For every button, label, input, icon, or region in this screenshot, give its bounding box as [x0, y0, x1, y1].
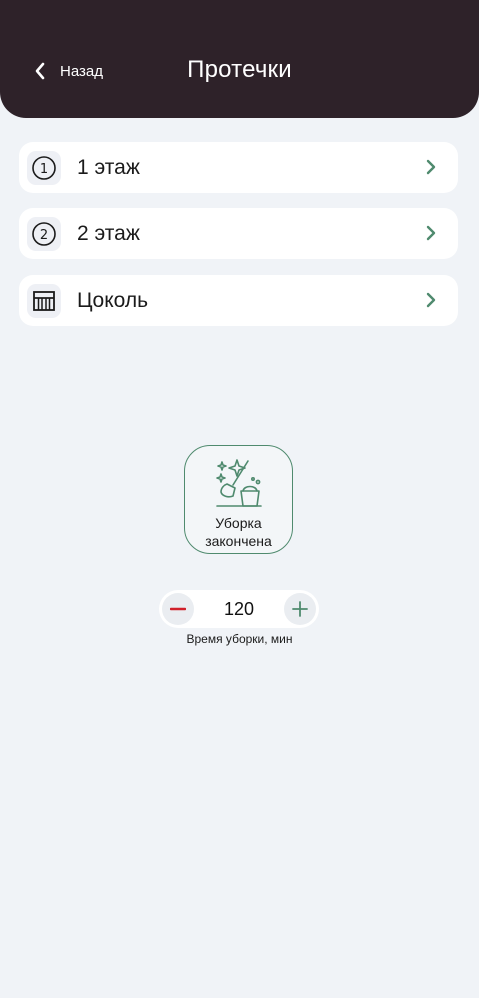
- increase-button[interactable]: [284, 593, 316, 625]
- chevron-right-icon: [426, 225, 436, 246]
- cleaning-button-label: Уборка закончена: [205, 515, 272, 549]
- page-title: Протечки: [187, 56, 292, 83]
- duration-caption: Время уборки, мин: [186, 632, 293, 646]
- circled-two-icon: 2: [27, 216, 61, 251]
- duration-stepper: 120: [159, 590, 319, 628]
- floor-item-label: 2 этаж: [77, 221, 140, 245]
- svg-text:2: 2: [40, 228, 48, 243]
- cleaning-icon: [216, 459, 262, 507]
- floor-item-label: Цоколь: [77, 288, 149, 312]
- cleaning-finished-button[interactable]: Уборка закончена: [184, 445, 293, 554]
- top-bar: Назад Протечки: [0, 0, 479, 118]
- chevron-right-icon: [426, 292, 436, 313]
- plus-icon: [292, 601, 308, 617]
- floor-item-basement[interactable]: Цоколь: [19, 275, 458, 326]
- floor-item-1[interactable]: 1 1 этаж: [19, 142, 458, 193]
- floor-item-2[interactable]: 2 2 этаж: [19, 208, 458, 259]
- chevron-right-icon: [426, 159, 436, 180]
- floor-item-label: 1 этаж: [77, 155, 140, 179]
- circled-one-icon: 1: [27, 150, 61, 185]
- basement-icon: [27, 283, 61, 318]
- svg-text:1: 1: [40, 162, 48, 177]
